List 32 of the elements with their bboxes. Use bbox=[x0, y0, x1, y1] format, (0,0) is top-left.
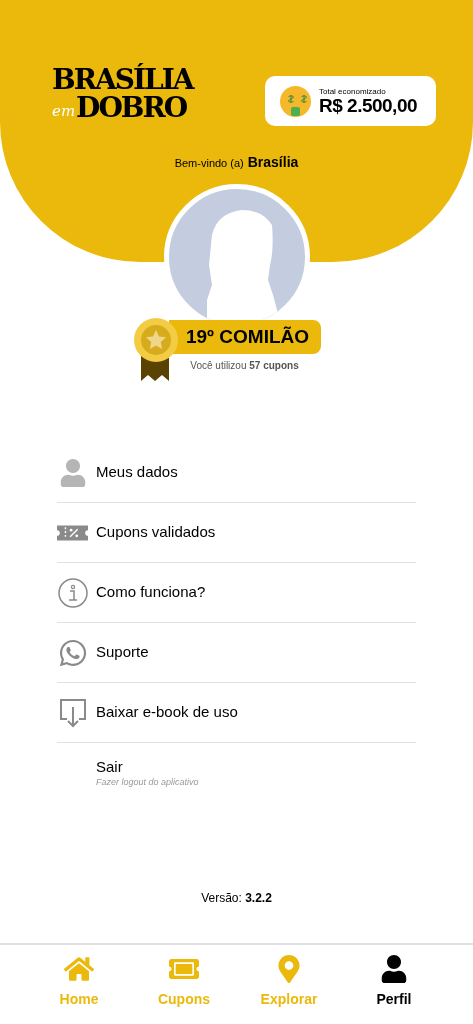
coupons-used-text: Você utilizou 57 cupons bbox=[190, 359, 299, 373]
menu-label: Suporte bbox=[96, 643, 149, 662]
menu-label: Cupons validados bbox=[96, 523, 216, 542]
logo-script-word: em bbox=[52, 104, 76, 119]
menu-label: Sair bbox=[96, 758, 124, 777]
menu-label: Como funciona? bbox=[96, 583, 206, 602]
nav-tab[interactable]: Perfil bbox=[361, 955, 427, 1024]
home-icon bbox=[64, 955, 94, 983]
menu-label: Baixar e-book de uso bbox=[96, 703, 238, 722]
menu-item[interactable]: Meus dados bbox=[57, 443, 416, 503]
ticket-icon bbox=[57, 524, 88, 541]
menu-label: Meus dados bbox=[96, 463, 178, 482]
menu-item[interactable]: Suporte bbox=[57, 623, 416, 683]
person-icon bbox=[379, 955, 409, 983]
menu-item[interactable]: Cupons validados bbox=[57, 503, 416, 563]
person-icon bbox=[59, 458, 86, 487]
menu-subtitle: Fazer logout do aplicativo bbox=[96, 776, 199, 788]
welcome-text: Bem-vindo (a) bbox=[174, 156, 244, 171]
savings-value: R$ 2.500,00 bbox=[319, 95, 418, 115]
menu-item[interactable]: Como funciona? bbox=[57, 563, 416, 623]
download-icon bbox=[58, 697, 87, 728]
version-text: Versão: 3.2.2 bbox=[201, 890, 272, 907]
medal-icon bbox=[132, 317, 179, 383]
rank-title: 19º COMILÃO bbox=[168, 320, 321, 354]
user-name: Brasília bbox=[247, 153, 299, 172]
info-icon bbox=[57, 577, 88, 608]
menu-item[interactable]: Sair Fazer logout do aplicativo bbox=[57, 743, 416, 803]
savings-label: Total economizado bbox=[319, 87, 387, 96]
logo-title: DOBRO bbox=[76, 94, 187, 122]
money-face-icon bbox=[279, 84, 312, 118]
whatsapp-icon bbox=[57, 637, 88, 668]
menu-item[interactable]: Baixar e-book de uso bbox=[57, 683, 416, 743]
